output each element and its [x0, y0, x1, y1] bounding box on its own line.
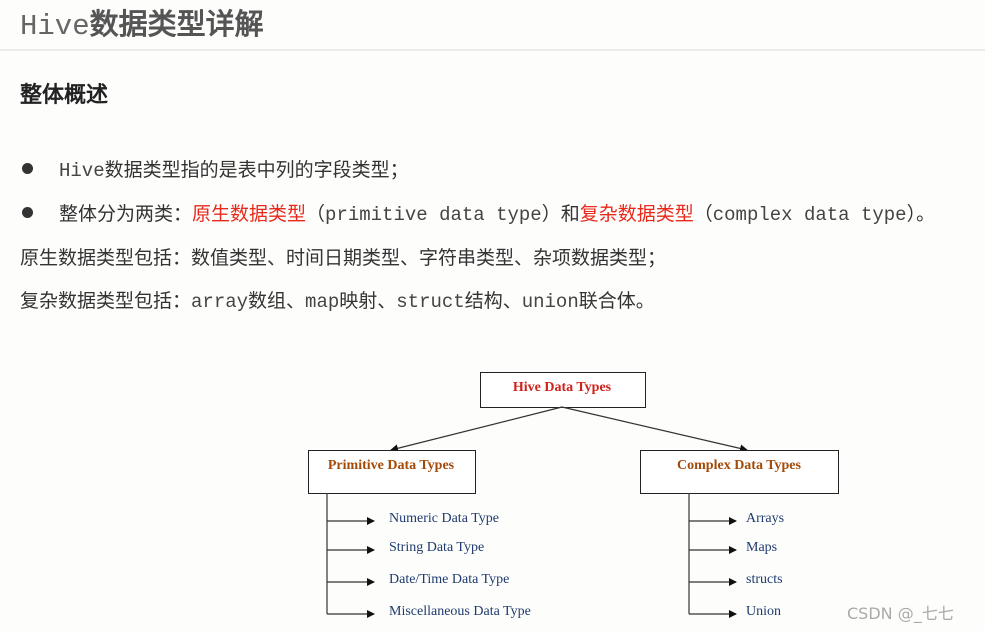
primitive-leaf-label: Date/Time Data Type — [389, 572, 509, 587]
root-to-complex-arrow — [561, 406, 748, 453]
primitive-node-label: Primitive Data Types — [328, 458, 455, 473]
root-node-label: Hive Data Types — [513, 380, 612, 395]
complex-leaves: Arrays Maps structs Union — [689, 511, 784, 619]
primitive-leaf-label: String Data Type — [389, 540, 484, 555]
complex-leaf-label: Maps — [746, 540, 777, 555]
primitive-leaf-label: Miscellaneous Data Type — [389, 604, 531, 619]
csdn-watermark: CSDN @_七七 — [847, 604, 954, 623]
complex-leaf-label: Union — [746, 604, 781, 619]
complex-leaf-label: structs — [746, 572, 783, 587]
primitive-leaf-label: Numeric Data Type — [389, 511, 499, 526]
primitive-leaves: Numeric Data Type String Data Type Date/Ti… — [327, 511, 531, 619]
root-to-primitive-arrow — [390, 406, 563, 453]
complex-node-label: Complex Data Types — [677, 458, 801, 473]
hive-data-types-diagram: Hive Data Types Primitive Data Types Com… — [308, 372, 839, 619]
complex-leaf-label: Arrays — [746, 511, 784, 526]
